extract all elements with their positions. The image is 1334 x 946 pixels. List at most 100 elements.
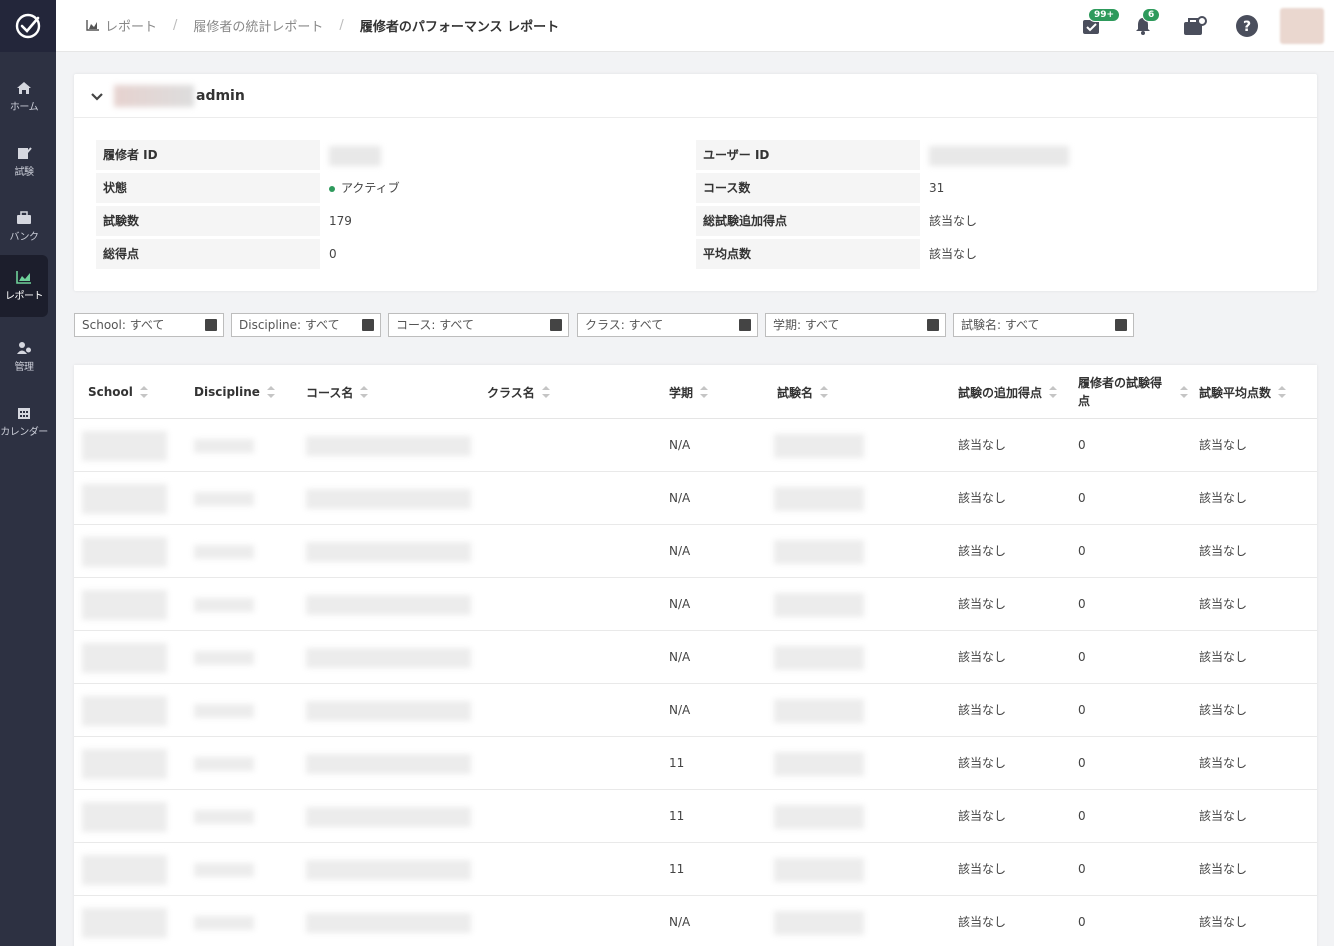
column-header-course[interactable]: コース名 <box>306 365 369 419</box>
redacted-cell <box>82 907 167 938</box>
column-header-exam-bonus[interactable]: 試験の追加得点 <box>958 365 1058 419</box>
sort-icon[interactable] <box>541 386 550 398</box>
exam-average-cell: 該当なし <box>1199 703 1248 717</box>
filter-term[interactable]: 学期: すべて <box>765 313 946 337</box>
table-row[interactable]: N/A 該当なし 0 該当なし <box>74 631 1317 684</box>
column-header-term[interactable]: 学期 <box>669 365 709 419</box>
sort-icon[interactable] <box>1049 386 1058 398</box>
edit-icon[interactable] <box>550 319 562 331</box>
table-row[interactable]: 11 該当なし 0 該当なし <box>74 737 1317 790</box>
avatar[interactable] <box>1280 8 1324 44</box>
redacted-cell <box>306 541 471 562</box>
filter-label: Discipline: すべて <box>239 318 340 332</box>
edit-icon[interactable] <box>739 319 751 331</box>
redacted-cell <box>306 753 471 774</box>
sort-icon[interactable] <box>360 386 369 398</box>
edit-icon[interactable] <box>927 319 939 331</box>
breadcrumb-report[interactable]: レポート <box>105 16 157 35</box>
check-logo-icon <box>15 13 41 39</box>
profile-card-header[interactable]: admin <box>74 74 1317 118</box>
exam-bonus-cell: 該当なし <box>958 703 1007 717</box>
sidebar-item-exam[interactable]: 試験 <box>0 131 48 193</box>
sidebar-item-bank[interactable]: バンク <box>0 196 48 258</box>
exam-bonus-cell: 該当なし <box>958 756 1007 770</box>
filter-label: コース: すべて <box>396 318 474 332</box>
sort-icon[interactable] <box>1180 386 1188 398</box>
exam-average-cell: 該当なし <box>1199 491 1248 505</box>
table-row[interactable]: 11 該当なし 0 該当なし <box>74 843 1317 896</box>
filter-school[interactable]: School: すべて <box>74 313 224 337</box>
redacted-cell <box>194 756 254 771</box>
term-cell: 11 <box>669 862 685 876</box>
help-button[interactable]: ? <box>1234 13 1260 39</box>
exam-count-value: 179 <box>329 214 352 228</box>
filter-discipline[interactable]: Discipline: すべて <box>231 313 381 337</box>
report-icon <box>16 271 31 284</box>
table-row[interactable]: N/A 該当なし 0 該当なし <box>74 578 1317 631</box>
exam-average-cell: 該当なし <box>1199 915 1248 929</box>
column-header-learner-score[interactable]: 履修者の試験得点 <box>1078 365 1188 419</box>
sidebar-item-home[interactable]: ホーム <box>0 66 48 128</box>
user-id-label: ユーザー ID <box>696 140 920 170</box>
column-label: School <box>88 385 133 399</box>
column-header-exam-name[interactable]: 試験名 <box>777 365 829 419</box>
redacted-cell <box>774 539 864 564</box>
exam-average-cell: 該当なし <box>1199 809 1248 823</box>
filter-course[interactable]: コース: すべて <box>388 313 569 337</box>
redacted-cell <box>306 647 471 668</box>
sidebar-item-label: ホーム <box>9 102 39 113</box>
sort-icon[interactable] <box>700 386 709 398</box>
redacted-cell <box>194 703 254 718</box>
home-icon <box>17 82 31 94</box>
redacted-cell <box>194 650 254 665</box>
column-header-school[interactable]: School <box>88 365 148 419</box>
redacted-cell <box>774 910 864 935</box>
table-row[interactable]: N/A 該当なし 0 該当なし <box>74 472 1317 525</box>
info-row: 総得点 0 平均点数 該当なし <box>96 239 1296 269</box>
redacted-cell <box>194 915 254 930</box>
table-row[interactable]: N/A 該当なし 0 該当なし <box>74 896 1317 946</box>
sort-icon[interactable] <box>266 386 275 398</box>
status-label: 状態 <box>96 173 320 203</box>
sidebar-item-report[interactable]: レポート <box>0 255 48 317</box>
breadcrumb-learner-stats[interactable]: 履修者の統計レポート <box>193 16 323 35</box>
sidebar-item-calendar[interactable]: カレンダー <box>0 391 48 453</box>
column-header-exam-average[interactable]: 試験平均点数 <box>1199 365 1287 419</box>
table-row[interactable]: N/A 該当なし 0 該当なし <box>74 419 1317 472</box>
sort-icon[interactable] <box>1278 386 1287 398</box>
exam-icon <box>18 147 32 159</box>
sort-icon[interactable] <box>139 386 148 398</box>
notifications-button[interactable]: 6 <box>1130 8 1161 39</box>
sidebar-item-label: 管理 <box>14 362 35 373</box>
edit-icon[interactable] <box>362 319 374 331</box>
table-row[interactable]: 11 該当なし 0 該当なし <box>74 790 1317 843</box>
briefcase-settings-button[interactable] <box>1182 13 1208 39</box>
table-row[interactable]: N/A 該当なし 0 該当なし <box>74 525 1317 578</box>
learner-score-cell: 0 <box>1078 650 1086 664</box>
sort-icon[interactable] <box>820 386 829 398</box>
filter-class[interactable]: クラス: すべて <box>577 313 758 337</box>
edit-icon[interactable] <box>1115 319 1127 331</box>
learner-name-redacted <box>114 84 194 107</box>
edit-icon[interactable] <box>205 319 217 331</box>
column-header-class[interactable]: クラス名 <box>487 365 550 419</box>
learner-profile-card: admin 履修者 ID ユーザー ID 状態 アクティブ コース数 31 試験… <box>74 74 1317 291</box>
exam-bonus-cell: 該当なし <box>958 438 1007 452</box>
redacted-cell <box>306 912 471 933</box>
term-cell: N/A <box>669 597 691 611</box>
chevron-down-icon[interactable] <box>90 89 104 103</box>
sidebar-item-label: レポート <box>5 291 44 302</box>
term-cell: N/A <box>669 438 691 452</box>
sidebar-item-admin[interactable]: 管理 <box>0 326 48 388</box>
redacted-cell <box>306 859 471 880</box>
table-row[interactable]: N/A 該当なし 0 該当なし <box>74 684 1317 737</box>
column-label: Discipline <box>194 385 260 399</box>
tasks-button[interactable]: 99+ <box>1078 8 1121 39</box>
breadcrumb-separator: / <box>339 18 344 33</box>
redacted-cell <box>194 438 254 453</box>
app-logo[interactable] <box>0 0 56 52</box>
column-header-discipline[interactable]: Discipline <box>194 365 275 419</box>
redacted-cell <box>306 594 471 615</box>
filter-exam-name[interactable]: 試験名: すべて <box>953 313 1134 337</box>
column-label: 試験の追加得点 <box>958 385 1043 400</box>
